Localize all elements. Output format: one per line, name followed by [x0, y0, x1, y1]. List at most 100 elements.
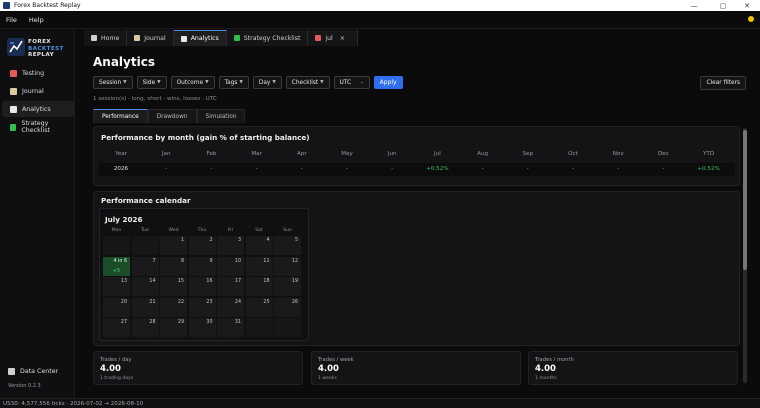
window-title: Forex Backtest Replay: [14, 2, 81, 9]
calendar-day[interactable]: 16: [188, 277, 216, 296]
checklist-filter[interactable]: Checklist ▼: [285, 76, 330, 89]
calendar-day[interactable]: 12: [274, 256, 301, 276]
calendar-day[interactable]: 27: [103, 318, 130, 337]
menu-bar: File Help: [0, 11, 760, 29]
calendar-day[interactable]: 8: [160, 256, 187, 276]
column-header: Jun: [387, 151, 397, 157]
sidebar: FOREX BACKTEST REPLAY Testing Journal An…: [0, 30, 75, 398]
clear-filters-button[interactable]: Clear filters: [700, 76, 746, 90]
day-number: 27: [120, 320, 127, 325]
column-header: Sep: [522, 151, 534, 157]
calendar-day[interactable]: 15: [160, 277, 187, 296]
chevron-down-icon: ▼: [239, 80, 243, 85]
tab-home[interactable]: Home: [84, 30, 128, 46]
sidebar-item-analytics[interactable]: Analytics: [2, 101, 74, 117]
day-filter[interactable]: Day ▼: [252, 76, 282, 89]
calendar-day[interactable]: 1: [160, 236, 187, 255]
tab-label: Analytics: [190, 35, 219, 42]
calendar-day[interactable]: 18: [245, 277, 273, 296]
tab-journal[interactable]: Journal: [127, 30, 174, 46]
calendar-day[interactable]: +5 4 in 6: [103, 256, 130, 276]
calendar-day[interactable]: 23: [188, 297, 216, 317]
menu-help[interactable]: Help: [29, 16, 44, 24]
table-cell: -: [571, 166, 575, 172]
sidebar-item-journal[interactable]: Journal: [2, 83, 74, 99]
minimize-button[interactable]: —: [681, 0, 707, 11]
outcome-filter[interactable]: Outcome ▼: [170, 76, 215, 89]
close-icon[interactable]: ×: [335, 35, 350, 42]
weekday-label: Wed: [168, 228, 179, 233]
day-number: 19: [291, 279, 298, 284]
analytics-icon: [180, 35, 187, 42]
stat-value: 4.00: [100, 364, 121, 374]
calendar-day[interactable]: 4: [245, 236, 273, 255]
calendar-day[interactable]: 31: [217, 318, 244, 337]
tab-analytics[interactable]: Analytics: [173, 30, 227, 46]
day-number: 23: [206, 299, 213, 305]
filter-label: Tags: [224, 79, 238, 86]
calendar-day[interactable]: 28: [131, 318, 159, 337]
table-cell: -: [617, 166, 620, 172]
sidebar-item-strategy-checklist[interactable]: Strategy Checklist: [2, 119, 74, 135]
day-number: 17: [234, 279, 241, 284]
calendar-day[interactable]: 21: [131, 297, 159, 317]
maximize-button[interactable]: ▢: [710, 0, 736, 11]
calendar-day[interactable]: 30: [188, 318, 216, 337]
table-cell: +0.52%: [426, 166, 449, 172]
tags-filter[interactable]: Tags ▼: [218, 76, 249, 89]
side-filter[interactable]: Side ▼: [136, 76, 167, 89]
tab-performance[interactable]: Performance: [93, 109, 148, 123]
day-number: 25: [263, 299, 270, 305]
calendar-day[interactable]: 14: [131, 277, 159, 296]
table-cell: -: [391, 166, 394, 172]
tab-drawdown[interactable]: Drawdown: [147, 109, 197, 123]
session-filter[interactable]: Session ▼: [93, 76, 133, 89]
close-window-button[interactable]: ✕: [734, 0, 760, 11]
timezone-value: UTC: [339, 79, 352, 86]
day-number: 8: [180, 258, 184, 264]
table-cell: -: [255, 166, 258, 172]
tab-jul[interactable]: jul ×: [308, 30, 358, 46]
sidebar-item-data-center[interactable]: Data Center: [2, 363, 74, 379]
sidebar-item-label: Data Center: [20, 367, 59, 375]
calendar-day[interactable]: 3: [217, 236, 244, 255]
calendar-day[interactable]: 9: [188, 256, 216, 276]
calendar-day[interactable]: 7: [131, 256, 159, 276]
filter-label: Outcome: [176, 79, 204, 86]
calendar-day[interactable]: 19: [274, 277, 301, 296]
sidebar-item-testing[interactable]: Testing: [2, 65, 74, 81]
chevron-down-icon: ▼: [320, 80, 324, 85]
status-bar: US30: 4,577,556 ticks · 2026-07-02 → 202…: [0, 398, 760, 408]
table-cell: -: [165, 166, 168, 172]
calendar-day[interactable]: 11: [245, 256, 273, 276]
panel-title: Performance by month (gain % of starting…: [101, 133, 310, 142]
calendar-day[interactable]: 10: [217, 256, 244, 276]
tab-bar: Home Journal Analytics Strategy Checklis…: [84, 30, 358, 46]
calendar-day[interactable]: 26: [274, 297, 301, 317]
day-number: 31: [234, 320, 241, 325]
chevron-down-icon: ▼: [272, 80, 276, 85]
scrollbar-thumb[interactable]: [743, 130, 747, 270]
tab-strategy-checklist[interactable]: Strategy Checklist: [226, 30, 309, 46]
apply-button[interactable]: Apply: [373, 76, 403, 89]
stat-card-trades-per-day: Trades / day 4.00 1 trading days: [93, 351, 303, 385]
calendar-day[interactable]: 5: [274, 236, 301, 255]
calendar-day[interactable]: 2: [188, 236, 216, 255]
calendar-day[interactable]: 29: [160, 318, 187, 337]
calendar-day[interactable]: 22: [160, 297, 187, 317]
calendar-day[interactable]: 17: [217, 277, 244, 296]
tab-simulation[interactable]: Simulation: [196, 109, 246, 123]
calendar-day[interactable]: 20: [103, 297, 130, 317]
table-cell: -: [210, 166, 213, 172]
timezone-select[interactable]: UTC ⌄: [333, 76, 370, 89]
column-header: Jul: [434, 151, 441, 157]
day-number: 3: [237, 238, 241, 243]
notebook-icon: [134, 35, 141, 41]
calendar-day[interactable]: 13: [103, 277, 130, 296]
menu-file[interactable]: File: [6, 16, 17, 24]
calendar-empty-cell: [131, 236, 159, 255]
calendar-day[interactable]: 24: [217, 297, 244, 317]
weekday-label: Mon: [111, 228, 122, 233]
calendar-day[interactable]: 25: [245, 297, 273, 317]
column-header: YTD: [703, 151, 715, 157]
